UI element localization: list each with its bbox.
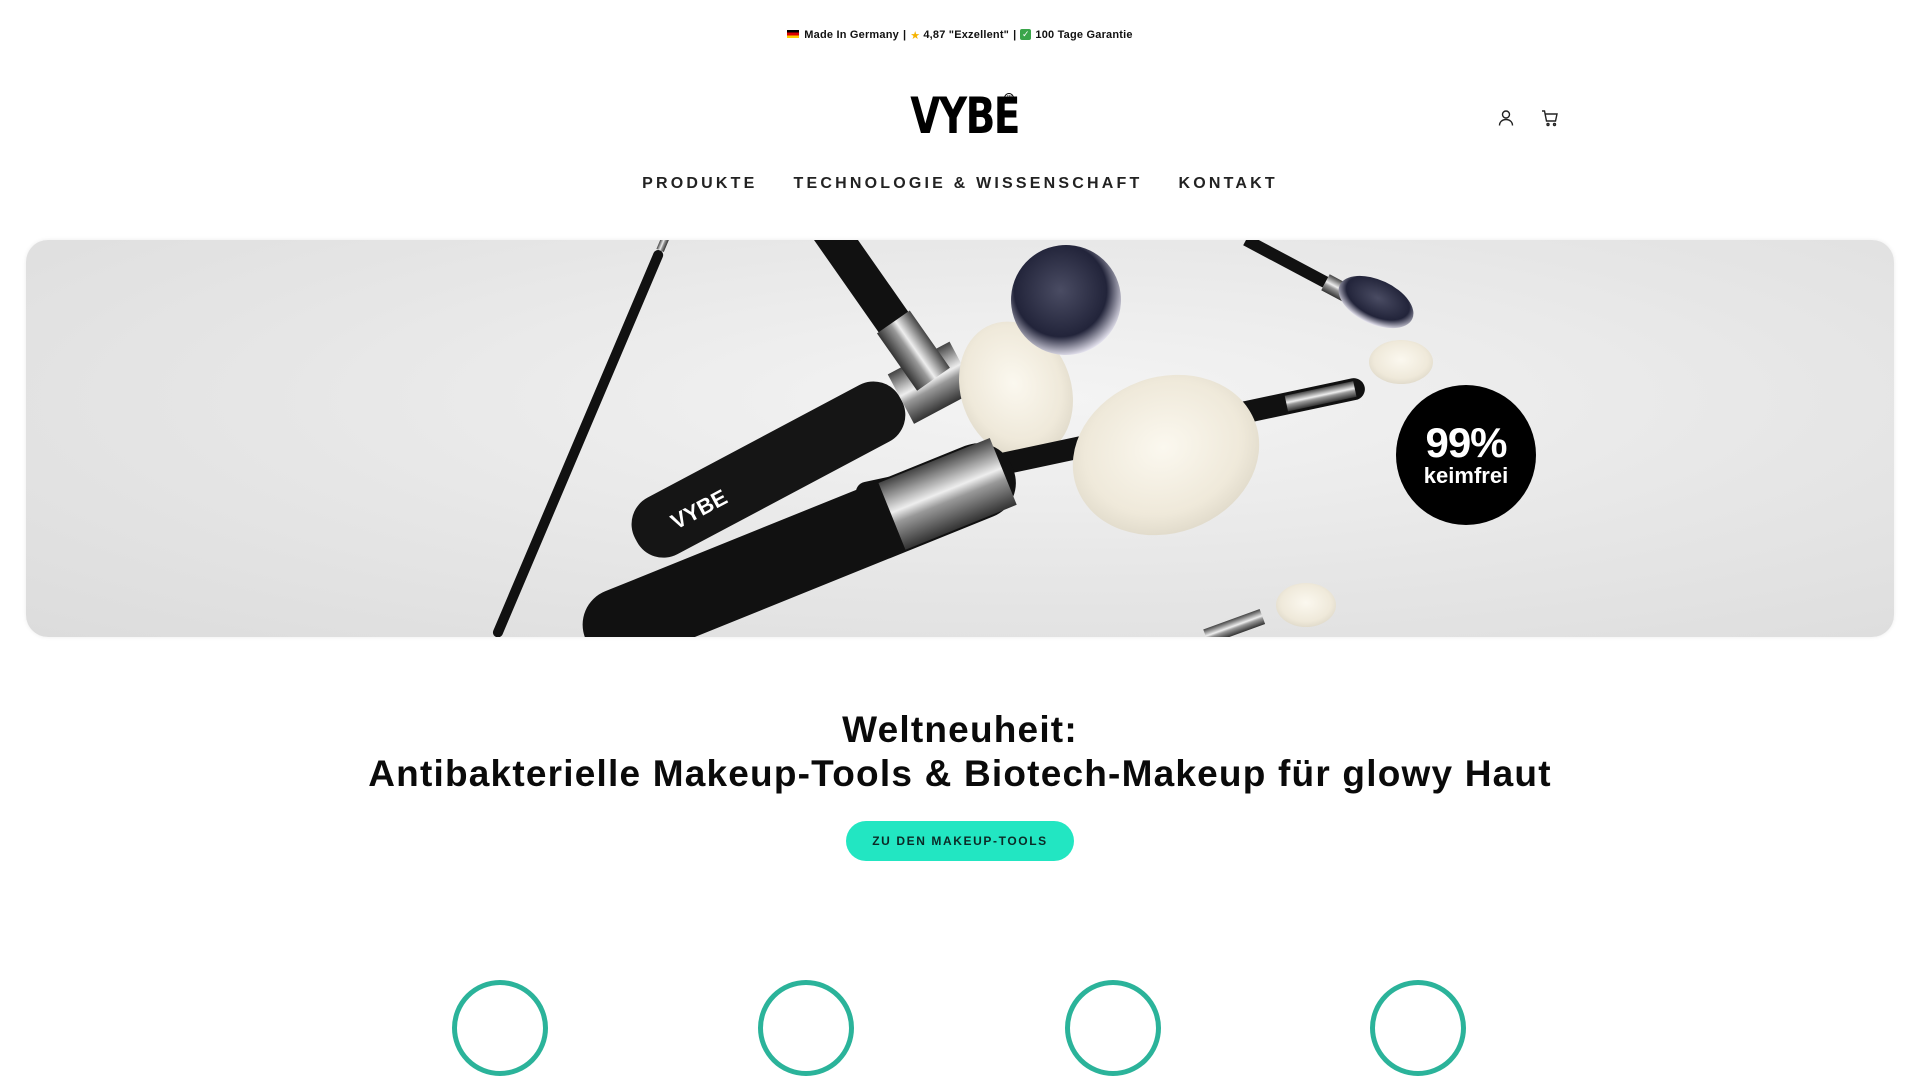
nav-item-technologie[interactable]: TECHNOLOGIE & WISSENSCHAFT xyxy=(793,175,1142,193)
hero-headline: Weltneuheit: Antibakterielle Makeup-Tool… xyxy=(0,708,1920,796)
star-icon: ★ xyxy=(910,29,921,42)
feature-icons-row xyxy=(0,980,1920,1076)
made-in-germany-text: Made In Germany xyxy=(804,29,899,41)
separator: | xyxy=(902,29,907,41)
separator: | xyxy=(1013,29,1017,41)
headline-line-2: Antibakterielle Makeup-Tools & Biotech-M… xyxy=(368,753,1552,794)
nav-item-produkte[interactable]: PRODUKTE xyxy=(642,175,757,193)
account-icon[interactable] xyxy=(1496,108,1516,128)
badge-percentage: 99% xyxy=(1425,419,1507,466)
feature-icon-circle xyxy=(1065,980,1161,1076)
headline-line-1: Weltneuheit: xyxy=(842,709,1078,750)
announcement-bar: Made In Germany | ★ 4,87 "Exzellent" | ✓… xyxy=(0,0,1920,70)
nav-item-kontakt[interactable]: KONTAKT xyxy=(1178,175,1277,193)
feature-icon-circle xyxy=(452,980,548,1076)
brand-logo-text: VYBE xyxy=(910,87,1021,145)
main-nav: PRODUKTE TECHNOLOGIE & WISSENSCHAFT KONT… xyxy=(0,175,1920,193)
makeup-tools-button[interactable]: ZU DEN MAKEUP-TOOLS xyxy=(846,821,1074,861)
germany-flag-icon xyxy=(787,30,800,38)
rating-text: 4,87 "Exzellent" xyxy=(923,29,1010,41)
header-icons xyxy=(1496,108,1560,128)
makeup-brushes-image: VYBE xyxy=(492,240,1433,637)
hero-banner[interactable]: VYBE 99% keimfrei xyxy=(26,240,1894,637)
germ-free-badge: 99% keimfrei xyxy=(1396,385,1536,525)
guarantee-text: 100 Tage Garantie xyxy=(1035,29,1133,41)
trademark-mark: ™ xyxy=(1004,93,1014,103)
badge-label: keimfrei xyxy=(1423,463,1509,488)
brand-logo[interactable]: VYBE ™ xyxy=(910,87,1021,145)
feature-icon-circle xyxy=(758,980,854,1076)
feature-icon-circle xyxy=(1370,980,1466,1076)
cart-icon[interactable] xyxy=(1540,108,1560,128)
checkmark-icon: ✓ xyxy=(1020,28,1032,40)
